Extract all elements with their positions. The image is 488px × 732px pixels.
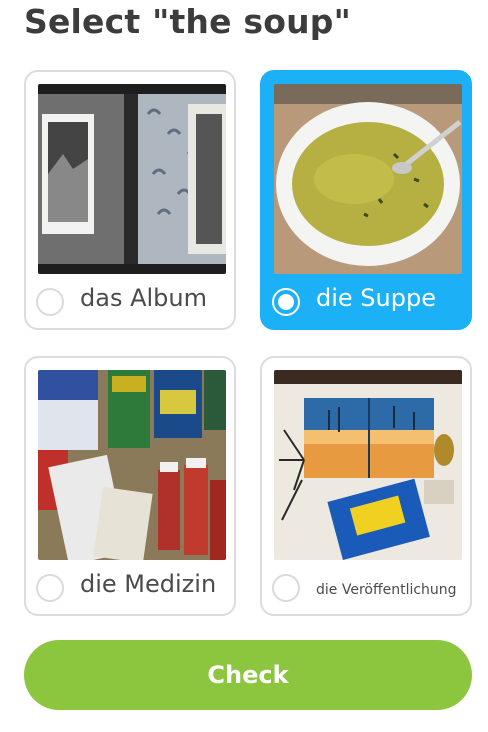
medicine-bottles-image [38, 370, 226, 560]
photo-album-image [38, 84, 226, 274]
check-button[interactable]: Check [24, 640, 472, 710]
radio-soup[interactable] [272, 288, 300, 316]
prompt-title: Select "the soup" [24, 2, 352, 41]
magazine-publication-image [274, 370, 462, 560]
option-label-medicine: die Medizin [80, 570, 217, 598]
option-card-medicine[interactable]: die Medizin [24, 356, 236, 616]
radio-publication[interactable] [272, 574, 300, 602]
option-label-publication: die Veröffentlichung [316, 582, 457, 598]
option-card-publication[interactable]: die Veröffentlichung [260, 356, 472, 616]
radio-album[interactable] [36, 288, 64, 316]
soup-bowl-image [274, 84, 462, 274]
option-label-soup: die Suppe [316, 284, 436, 312]
option-card-album[interactable]: das Album [24, 70, 236, 330]
option-card-soup[interactable]: die Suppe [260, 70, 472, 330]
radio-medicine[interactable] [36, 574, 64, 602]
option-label-album: das Album [80, 284, 207, 312]
